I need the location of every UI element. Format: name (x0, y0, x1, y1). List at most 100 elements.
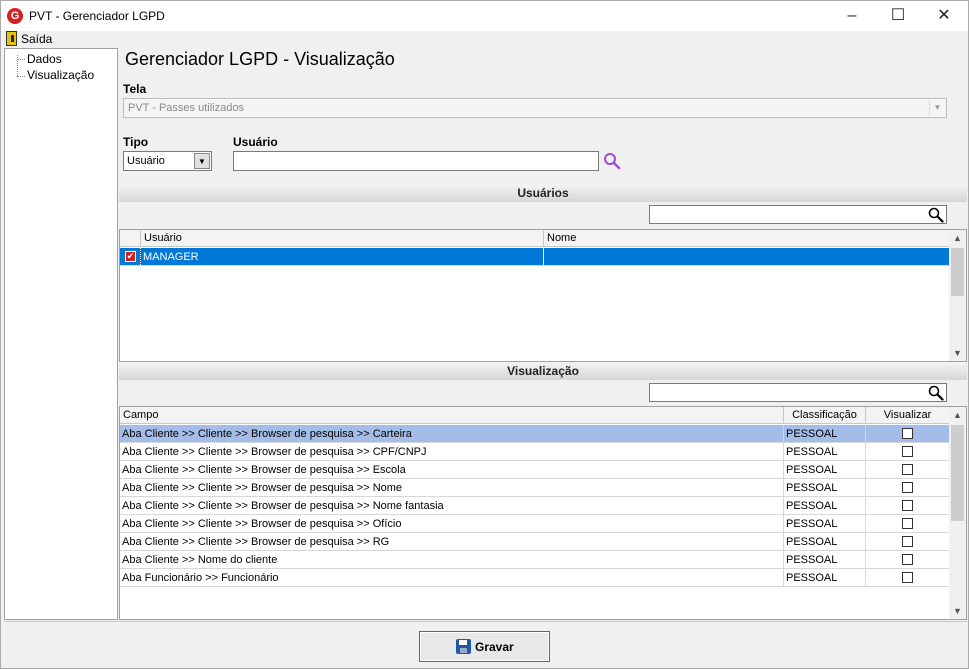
cell-visualizar[interactable] (866, 425, 949, 442)
users-section-header: Usuários (119, 184, 967, 202)
view-section-header: Visualização (119, 362, 967, 380)
app-window: G PVT - Gerenciador LGPD – ☐ ✕ Saída Dad… (0, 0, 969, 669)
cell-campo: Aba Cliente >> Cliente >> Browser de pes… (120, 479, 784, 496)
cell-classificacao: PESSOAL (784, 497, 866, 514)
scroll-down-icon[interactable]: ▼ (949, 603, 966, 619)
visualizar-checkbox[interactable] (902, 464, 913, 475)
cell-visualizar[interactable] (866, 551, 949, 568)
cell-campo: Aba Cliente >> Cliente >> Browser de pes… (120, 533, 784, 550)
column-header-visualizar[interactable]: Visualizar (866, 407, 949, 424)
cell-classificacao: PESSOAL (784, 461, 866, 478)
cell-visualizar[interactable] (866, 461, 949, 478)
cell-classificacao: PESSOAL (784, 533, 866, 550)
users-grid: Usuário Nome ✔ MANAGER ▲ ▼ (119, 229, 967, 362)
exit-menu-item[interactable]: Saída (1, 31, 61, 47)
column-header-campo[interactable]: Campo (120, 407, 784, 424)
cell-classificacao: PESSOAL (784, 479, 866, 496)
tree-connector (17, 59, 25, 60)
navigation-tree: Dados Visualização (4, 48, 118, 620)
table-row[interactable]: Aba Cliente >> Cliente >> Browser de pes… (120, 497, 949, 515)
table-row[interactable]: Aba Cliente >> Nome do cliente PESSOAL (120, 551, 949, 569)
view-grid-header: Campo Classificação Visualizar (120, 407, 949, 424)
visualizar-checkbox[interactable] (902, 428, 913, 439)
visualizar-checkbox[interactable] (902, 518, 913, 529)
close-button[interactable]: ✕ (921, 1, 967, 31)
table-row[interactable]: ✔ MANAGER (120, 248, 949, 266)
view-grid-scrollbar[interactable]: ▲ ▼ (949, 407, 966, 619)
column-header-classificacao[interactable]: Classificação (784, 407, 866, 424)
exit-menu-label: Saída (21, 32, 53, 46)
tree-item-visualizacao[interactable]: Visualização (27, 68, 94, 82)
visualizar-checkbox[interactable] (902, 572, 913, 583)
scroll-down-icon[interactable]: ▼ (949, 345, 966, 361)
tipo-select[interactable]: Usuário ▼ (123, 151, 212, 171)
cell-classificacao: PESSOAL (784, 443, 866, 460)
cell-classificacao: PESSOAL (784, 515, 866, 532)
search-icon[interactable] (928, 385, 944, 401)
scroll-up-icon[interactable]: ▲ (949, 230, 966, 246)
search-icon[interactable] (928, 207, 944, 223)
select-column-header (120, 230, 141, 247)
column-header-nome[interactable]: Nome (544, 230, 949, 247)
visualizar-checkbox[interactable] (902, 500, 913, 511)
cell-visualizar[interactable] (866, 443, 949, 460)
cell-campo: Aba Cliente >> Cliente >> Browser de pes… (120, 425, 784, 442)
visualizar-checkbox[interactable] (902, 482, 913, 493)
cell-campo: Aba Cliente >> Cliente >> Browser de pes… (120, 443, 784, 460)
save-disk-icon (456, 639, 471, 654)
cell-classificacao: PESSOAL (784, 425, 866, 442)
cell-campo: Aba Cliente >> Cliente >> Browser de pes… (120, 515, 784, 532)
cell-visualizar[interactable] (866, 479, 949, 496)
view-search-input[interactable] (649, 383, 947, 402)
app-logo-icon: G (7, 8, 23, 24)
window-title: PVT - Gerenciador LGPD (29, 9, 165, 23)
table-row[interactable]: Aba Cliente >> Cliente >> Browser de pes… (120, 425, 949, 443)
column-header-usuario[interactable]: Usuário (141, 230, 544, 247)
table-row[interactable]: Aba Cliente >> Cliente >> Browser de pes… (120, 461, 949, 479)
users-grid-scrollbar[interactable]: ▲ ▼ (949, 230, 966, 361)
cell-campo: Aba Funcionário >> Funcionário (120, 569, 784, 586)
menu-bar: Saída (1, 31, 968, 47)
cell-visualizar[interactable] (866, 515, 949, 532)
tipo-select-value: Usuário (127, 155, 165, 167)
exit-door-icon (6, 31, 17, 46)
page-title: Gerenciador LGPD - Visualização (125, 49, 395, 69)
table-row[interactable]: Aba Cliente >> Cliente >> Browser de pes… (120, 515, 949, 533)
save-button-label: Gravar (475, 640, 514, 654)
users-search-input[interactable] (649, 205, 947, 224)
chevron-down-icon: ▼ (929, 100, 945, 116)
search-icon[interactable] (603, 152, 621, 170)
users-grid-header: Usuário Nome (120, 230, 949, 247)
table-row[interactable]: Aba Cliente >> Cliente >> Browser de pes… (120, 479, 949, 497)
table-row[interactable]: Aba Cliente >> Cliente >> Browser de pes… (120, 533, 949, 551)
tree-connector (17, 76, 25, 77)
tela-label: Tela (123, 82, 147, 96)
cell-campo: Aba Cliente >> Nome do cliente (120, 551, 784, 568)
cell-campo: Aba Cliente >> Cliente >> Browser de pes… (120, 461, 784, 478)
scroll-up-icon[interactable]: ▲ (949, 407, 966, 423)
cell-visualizar[interactable] (866, 569, 949, 586)
table-row[interactable]: Aba Funcionário >> Funcionário PESSOAL (120, 569, 949, 587)
cell-visualizar[interactable] (866, 497, 949, 514)
tree-item-dados[interactable]: Dados (27, 52, 62, 66)
scroll-thumb[interactable] (951, 248, 964, 296)
cell-nome (544, 248, 949, 265)
usuario-label: Usuário (233, 135, 278, 149)
scroll-thumb[interactable] (951, 425, 964, 521)
visualizar-checkbox[interactable] (902, 446, 913, 457)
cell-visualizar[interactable] (866, 533, 949, 550)
usuario-input[interactable] (233, 151, 599, 171)
cell-campo: Aba Cliente >> Cliente >> Browser de pes… (120, 497, 784, 514)
row-select-cell[interactable]: ✔ (120, 248, 141, 265)
minimize-button[interactable]: – (829, 1, 875, 31)
table-row[interactable]: Aba Cliente >> Cliente >> Browser de pes… (120, 443, 949, 461)
maximize-button[interactable]: ☐ (875, 1, 921, 31)
visualizar-checkbox[interactable] (902, 554, 913, 565)
visualizar-checkbox[interactable] (902, 536, 913, 547)
checkbox-checked[interactable]: ✔ (125, 251, 136, 262)
save-button[interactable]: Gravar (419, 631, 550, 662)
chevron-down-icon[interactable]: ▼ (194, 153, 210, 169)
cell-classificacao: PESSOAL (784, 569, 866, 586)
tela-select-value: PVT - Passes utilizados (128, 102, 244, 114)
title-bar: G PVT - Gerenciador LGPD – ☐ ✕ (1, 1, 968, 31)
